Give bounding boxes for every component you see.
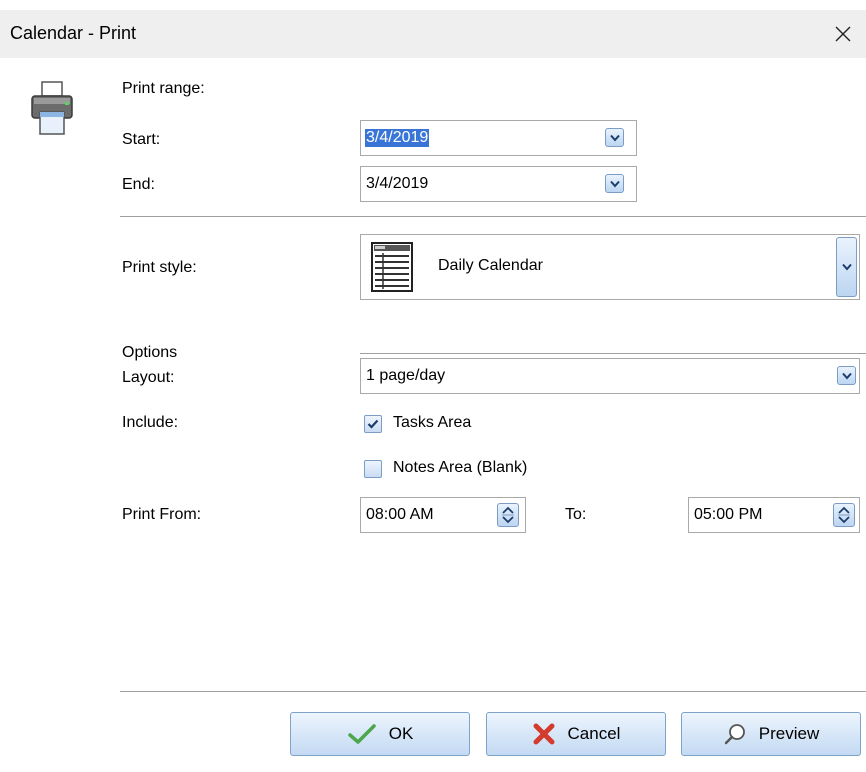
preview-button[interactable]: Preview [681, 712, 861, 756]
cancel-button[interactable]: Cancel [486, 712, 666, 756]
ok-button-label: OK [388, 724, 414, 743]
window-title: Calendar - Print [10, 23, 137, 43]
checkmark-icon [367, 419, 379, 429]
close-button[interactable] [820, 10, 866, 58]
chevron-down-icon [609, 180, 620, 188]
print-to-time-field[interactable]: 05:00 PM [688, 497, 860, 533]
printer-icon [31, 81, 73, 135]
to-label: To: [565, 506, 587, 523]
tasks-area-checkbox[interactable] [364, 415, 382, 433]
spinner-arrows-icon [502, 506, 514, 524]
close-icon [835, 26, 851, 42]
chevron-down-icon [841, 372, 852, 380]
options-heading: Options [122, 344, 178, 361]
start-label: Start: [122, 131, 161, 148]
chevron-down-icon [609, 134, 620, 142]
tasks-area-label[interactable]: Tasks Area [393, 414, 471, 432]
include-label: Include: [122, 414, 179, 431]
layout-dropdown-button[interactable] [837, 366, 856, 385]
footer-divider [120, 691, 866, 692]
print-from-spinner[interactable] [497, 503, 519, 527]
end-date-dropdown-button[interactable] [605, 174, 624, 193]
notes-area-label[interactable]: Notes Area (Blank) [393, 459, 527, 477]
start-date-value: 3/4/2019 [365, 129, 430, 147]
print-from-value: 08:00 AM [366, 506, 434, 523]
daily-calendar-icon [371, 242, 413, 292]
chevron-down-icon [841, 263, 852, 271]
print-style-dropdown[interactable]: Daily Calendar [360, 234, 860, 300]
end-date-field[interactable]: 3/4/2019 [360, 166, 637, 202]
title-bar: Calendar - Print [0, 10, 866, 58]
options-divider [360, 353, 866, 354]
start-date-field[interactable]: 3/4/2019 [360, 120, 637, 156]
magnifier-icon [724, 724, 745, 745]
print-to-value: 05:00 PM [694, 506, 763, 523]
layout-label: Layout: [122, 369, 175, 386]
end-date-value: 3/4/2019 [366, 175, 429, 192]
print-range-heading: Print range: [122, 80, 205, 97]
cancel-button-label: Cancel [567, 724, 621, 743]
notes-area-checkbox[interactable] [364, 460, 382, 478]
print-to-spinner[interactable] [833, 503, 855, 527]
start-date-dropdown-button[interactable] [605, 128, 624, 147]
section-divider [120, 216, 866, 217]
spinner-arrows-icon [838, 506, 850, 524]
print-style-dropdown-button[interactable] [836, 237, 857, 297]
print-style-label: Print style: [122, 259, 197, 276]
cancel-x-icon [533, 723, 555, 745]
checkmark-icon [347, 724, 376, 744]
end-label: End: [122, 176, 155, 193]
ok-button[interactable]: OK [290, 712, 470, 756]
print-from-time-field[interactable]: 08:00 AM [360, 497, 526, 533]
preview-button-label: Preview [758, 724, 820, 743]
layout-dropdown[interactable]: 1 page/day [360, 358, 860, 394]
print-style-value: Daily Calendar [438, 257, 543, 274]
print-from-label: Print From: [122, 506, 202, 523]
layout-value: 1 page/day [366, 367, 446, 384]
